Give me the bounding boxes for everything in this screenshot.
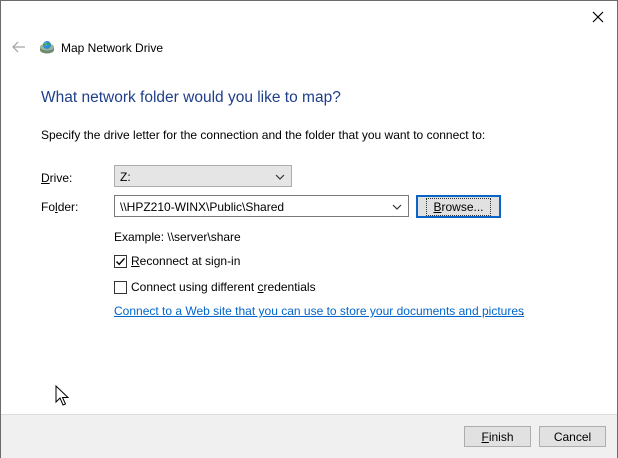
- example-text: Example: \\server\share: [114, 230, 241, 244]
- close-button[interactable]: [587, 7, 609, 27]
- credentials-label: Connect using different credentials: [131, 280, 316, 294]
- drive-label: Drive:: [41, 171, 73, 185]
- back-button[interactable]: [11, 39, 27, 55]
- checkmark-icon: [115, 257, 126, 265]
- finish-button-label: Finish: [481, 429, 514, 444]
- cancel-button[interactable]: Cancel: [539, 426, 606, 447]
- network-drive-icon: [40, 41, 54, 54]
- reconnect-checkbox-row[interactable]: Reconnect at sign-in: [114, 254, 240, 268]
- credentials-checkbox-row[interactable]: Connect using different credentials: [114, 280, 316, 294]
- instruction-text: Specify the drive letter for the connect…: [41, 128, 486, 142]
- drive-letter-value: Z:: [120, 170, 131, 184]
- reconnect-label: Reconnect at sign-in: [131, 254, 241, 268]
- map-network-drive-dialog: Map Network Drive What network folder wo…: [0, 0, 618, 458]
- page-heading: What network folder would you like to ma…: [41, 89, 341, 106]
- chevron-down-icon[interactable]: [391, 201, 403, 213]
- back-arrow-icon: [12, 41, 25, 53]
- folder-path-value: \\HPZ210-WINX\Public\Shared: [120, 200, 285, 214]
- web-site-link[interactable]: Connect to a Web site that you can use t…: [114, 304, 524, 318]
- drive-letter-select[interactable]: Z:: [114, 165, 292, 187]
- web-link-period: .: [521, 304, 525, 318]
- different-credentials-checkbox[interactable]: [114, 280, 127, 294]
- mouse-cursor-icon: [55, 385, 69, 406]
- close-icon: [592, 11, 604, 23]
- browse-button[interactable]: Browse...: [416, 195, 501, 218]
- dialog-footer: Finish Cancel: [1, 414, 617, 458]
- folder-path-combobox[interactable]: \\HPZ210-WINX\Public\Shared: [114, 195, 409, 217]
- folder-label: Folder:: [41, 200, 79, 214]
- reconnect-checkbox[interactable]: [114, 254, 127, 268]
- finish-button[interactable]: Finish: [464, 426, 531, 447]
- browse-button-label: Browse...: [426, 197, 491, 216]
- chevron-down-icon: [275, 174, 285, 180]
- dialog-title: Map Network Drive: [61, 41, 164, 55]
